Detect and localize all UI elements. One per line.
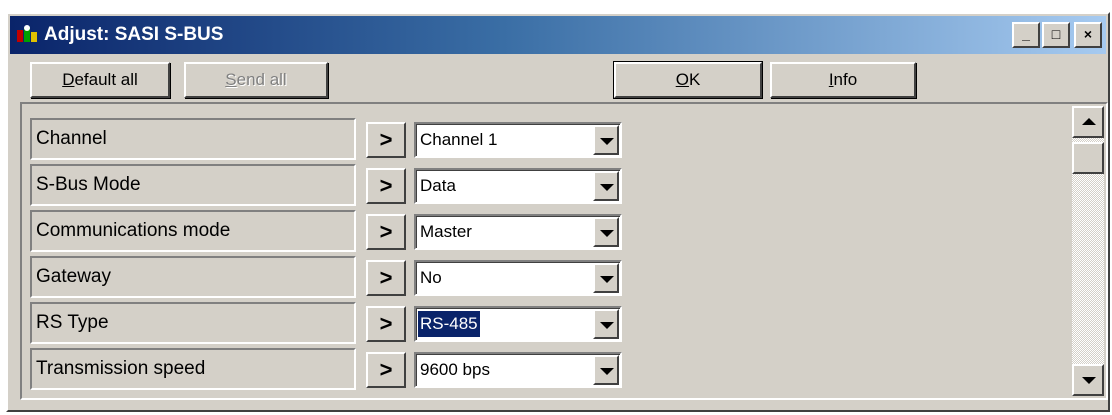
parameter-row: Communications mode > Master [30,210,630,254]
parameter-value: RS-485 [417,310,481,338]
chevron-down-icon [600,276,614,283]
parameter-send-button[interactable]: > [366,260,406,296]
info-label: nfo [833,70,858,89]
scroll-up-button[interactable] [1072,106,1104,138]
minimize-icon: _ [1022,26,1030,42]
arrow-down-icon [1082,377,1096,384]
send-all-mnemonic: S [225,70,237,89]
parameter-select[interactable]: RS-485 [414,306,622,342]
dropdown-button[interactable] [593,125,619,155]
ok-mnemonic: O [675,70,689,89]
dropdown-button[interactable] [593,309,619,339]
send-all-label: end all [236,70,287,89]
parameter-row: RS Type > RS-485 [30,302,630,346]
parameter-select[interactable]: Master [414,214,622,250]
parameter-value: Channel 1 [420,130,498,149]
vertical-scrollbar[interactable] [1072,106,1104,396]
dropdown-button[interactable] [593,355,619,385]
parameter-row: Transmission speed > 9600 bps [30,348,630,392]
info-button[interactable]: Info [770,62,916,98]
parameter-row: Channel > Channel 1 [30,118,630,162]
parameter-row: S-Bus Mode > Data [30,164,630,208]
title-bar[interactable]: Adjust: SASI S-BUS _ □ × [10,16,1106,54]
parameter-send-button[interactable]: > [366,352,406,388]
parameter-value: Master [420,222,472,241]
parameter-label: Transmission speed [30,348,356,390]
ok-label: K [688,70,701,89]
dropdown-button[interactable] [593,263,619,293]
default-all-button[interactable]: Default all [30,62,170,98]
parameter-panel: Channel > Channel 1 S-Bus Mode > Data Co… [20,102,1108,400]
scroll-thumb[interactable] [1072,142,1104,174]
parameter-label: S-Bus Mode [30,164,356,206]
parameter-row: Gateway > No [30,256,630,300]
scroll-down-button[interactable] [1072,364,1104,396]
chevron-down-icon [600,184,614,191]
parameter-value: 9600 bps [420,360,490,379]
parameter-send-button[interactable]: > [366,122,406,158]
parameter-value: No [420,268,442,287]
parameter-select[interactable]: No [414,260,622,296]
parameter-select[interactable]: Channel 1 [414,122,622,158]
dropdown-button[interactable] [593,171,619,201]
parameter-label: RS Type [30,302,356,344]
default-all-mnemonic: D [62,70,75,89]
minimize-button[interactable]: _ [1012,22,1040,48]
parameter-send-button[interactable]: > [366,214,406,250]
arrow-up-icon [1082,118,1096,125]
dropdown-button[interactable] [593,217,619,247]
parameter-label: Channel [30,118,356,160]
close-button[interactable]: × [1074,22,1102,48]
close-icon: × [1083,26,1093,42]
default-all-label: efault all [74,70,138,89]
parameter-select[interactable]: 9600 bps [414,352,622,388]
parameter-value: Data [420,176,456,195]
chevron-down-icon [600,322,614,329]
maximize-icon: □ [1051,26,1061,42]
parameter-send-button[interactable]: > [366,306,406,342]
ok-button[interactable]: OK [613,61,763,99]
window-title: Adjust: SASI S-BUS [44,24,224,45]
parameter-send-button[interactable]: > [366,168,406,204]
send-all-button[interactable]: Send all [184,62,328,98]
maximize-button[interactable]: □ [1042,22,1070,48]
chevron-down-icon [600,368,614,375]
parameter-label: Communications mode [30,210,356,252]
parameter-select[interactable]: Data [414,168,622,204]
chevron-down-icon [600,138,614,145]
app-icon [17,25,37,42]
parameter-label: Gateway [30,256,356,298]
chevron-down-icon [600,230,614,237]
